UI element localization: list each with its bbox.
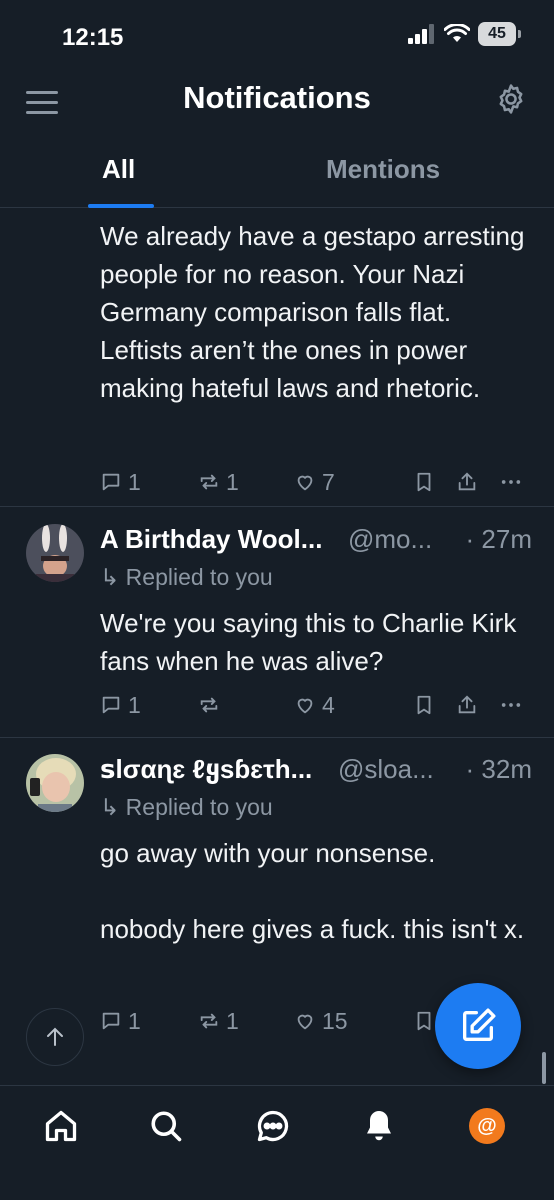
replied-text: Replied to you [125,564,273,590]
status-bar: 12:15 45 [0,0,554,70]
reply-count: 1 [128,468,141,495]
tab-search[interactable] [146,1106,186,1146]
compose-button[interactable] [435,983,521,1069]
repost-icon [200,474,218,490]
share-icon [458,472,476,491]
share-button[interactable] [456,694,478,716]
like-count: 15 [322,1007,348,1034]
post-text: We're you saying this to Charlie Kirk fa… [100,608,517,676]
author-row: A Birthday Wool... @mo... · 27m [100,524,540,558]
page-title: Notifications [183,80,371,115]
scrollbar[interactable] [542,1052,546,1084]
like-button[interactable]: 7 [294,469,335,496]
avatar-bunny-ears-image [26,524,84,582]
repost-button[interactable]: 1 [198,1008,239,1035]
post-text: go away with your nonsense. nobody here … [100,838,525,944]
avatar[interactable] [26,524,84,582]
like-count: 7 [322,468,335,495]
replied-to-label: ↳ Replied to you [100,564,273,591]
repost-count: 1 [226,468,239,495]
repost-icon [200,1013,218,1029]
reply-icon [102,1012,120,1030]
header: Notifications [0,70,554,140]
author-handle: @sloa... [338,754,434,784]
reply-button[interactable]: 1 [100,469,141,496]
tab-home[interactable] [41,1106,81,1146]
arrow-up-icon [47,1027,63,1046]
post-text: Kirk is wild. We already have a gestapo … [100,209,525,403]
heart-icon [297,1014,313,1030]
post-time: · 32m [465,754,532,784]
reply-count: 1 [128,691,141,718]
notification-feed[interactable]: Kirk is wild. We already have a gestapo … [0,209,554,1084]
repost-button[interactable] [198,694,226,716]
tab-chat[interactable] [253,1106,293,1146]
like-button[interactable]: 4 [294,692,335,719]
signal-icon [408,24,434,44]
like-count: 4 [322,691,335,718]
chat-icon [257,1110,289,1142]
ellipsis-icon [501,703,521,707]
repost-button[interactable]: 1 [198,469,239,496]
bookmark-button[interactable] [413,471,435,493]
replied-text: Replied to you [125,794,273,820]
home-icon [45,1110,77,1142]
author-handle: @mo... [348,524,433,554]
bookmark-button[interactable] [413,1010,435,1032]
ellipsis-icon [501,480,521,484]
list-item[interactable]: A Birthday Wool... @mo... · 27m ↳ Replie… [0,508,554,738]
author-name[interactable]: ꜱlσαɳɛ ℓყѕɓɛτh... [100,754,312,785]
gear-icon [499,84,523,114]
list-item[interactable]: Kirk is wild. We already have a gestapo … [0,209,554,507]
repost-icon [200,697,218,713]
tab-profile[interactable]: @ [467,1106,507,1146]
repost-count: 1 [226,1007,239,1034]
heart-icon [297,475,313,491]
bookmark-icon [417,695,431,715]
avatar-person-image [26,754,84,812]
battery-indicator: 45 [478,22,521,46]
replied-to-label: ↳ Replied to you [100,794,273,821]
bottom-tab-bar: @ [0,1085,554,1200]
reply-count: 1 [128,1007,141,1034]
profile-avatar: @ [469,1108,505,1144]
reply-icon [102,696,120,714]
heart-icon [297,698,313,714]
reply-arrow-icon: ↳ [100,564,120,590]
bookmark-button[interactable] [413,694,435,716]
post-actions: 1 1 7 [100,467,530,497]
reply-arrow-icon: ↳ [100,794,120,820]
share-button[interactable] [456,471,478,493]
search-icon [151,1111,182,1142]
tab-mentions[interactable]: Mentions [326,154,440,185]
status-icons: 45 [408,22,521,46]
post-actions: 1 4 [100,690,530,720]
avatar[interactable] [26,754,84,812]
more-options-button[interactable] [500,471,522,493]
compose-icon [463,1008,496,1041]
reply-button[interactable]: 1 [100,1008,141,1035]
settings-button[interactable] [494,82,528,116]
bell-icon [367,1111,391,1141]
wifi-icon [444,24,470,42]
status-time: 12:15 [62,24,124,51]
like-button[interactable]: 15 [294,1008,348,1035]
reply-icon [102,473,120,491]
author-name[interactable]: A Birthday Wool... [100,524,322,555]
active-tab-indicator [88,204,154,208]
more-options-button[interactable] [500,694,522,716]
share-icon [458,695,476,714]
bookmark-icon [417,1011,431,1031]
bookmark-icon [417,472,431,492]
author-row: ꜱlσαɳɛ ℓყѕɓɛτh... @sloa... · 32m [100,754,540,788]
tab-notifications[interactable] [359,1106,399,1146]
reply-button[interactable]: 1 [100,692,141,719]
tab-all[interactable]: All [102,154,135,185]
notification-tabs: All Mentions [0,140,554,208]
scroll-to-top-button[interactable] [26,1008,84,1066]
post-time: · 27m [465,524,532,554]
